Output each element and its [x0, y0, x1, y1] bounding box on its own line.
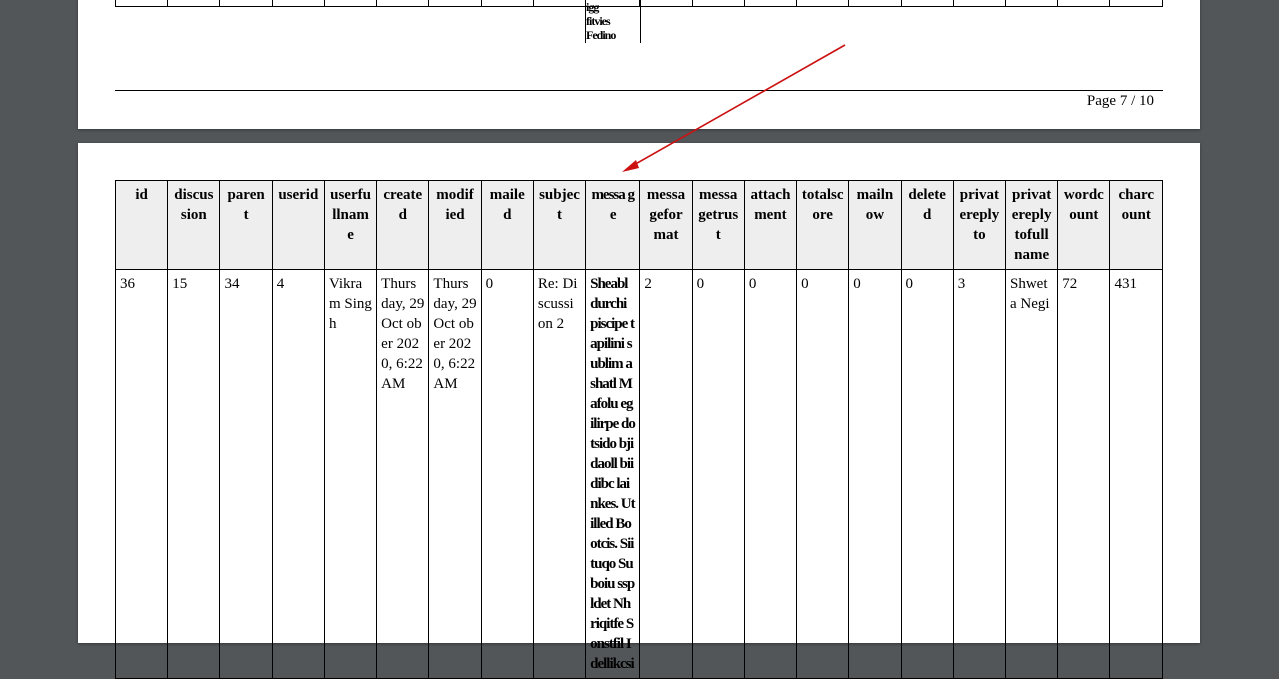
column-header: privat ereply to — [952, 180, 1007, 270]
cell-mailnow: 0 — [848, 269, 902, 679]
page-number: Page 7 / 10 — [1086, 93, 1154, 109]
cell-created: Thurs day, 29 Oct ober 2020, 6:22 AM — [376, 269, 430, 679]
cell-mailed: 0 — [480, 269, 534, 679]
column-header: userfu llnam e — [323, 180, 378, 270]
column-header: privat ereply tofull name — [1004, 180, 1059, 270]
column-header: mailn ow — [848, 180, 902, 270]
column-header: charc ount — [1109, 180, 1163, 270]
cell-privatereplyto: 3 — [952, 269, 1007, 679]
forum-posts-table: id discus sion paren t userid userfu lln… — [114, 180, 1163, 679]
column-header: subjec t — [532, 180, 587, 270]
table-header-row: id discus sion paren t userid userfu lln… — [114, 180, 1163, 270]
pdf-page-6: igg fitvies Fedino Page 7 / 10 — [78, 0, 1200, 129]
table-row: 36 15 34 4 Vikra m Singh Thurs day, 29 O… — [114, 269, 1163, 679]
cell-totalscore: 0 — [796, 269, 850, 679]
cell-parent: 34 — [219, 269, 273, 679]
cell-wordcount: 72 — [1057, 269, 1111, 679]
column-header: paren t — [219, 180, 273, 270]
cell-userid: 4 — [271, 269, 325, 679]
column-header: attach ment — [743, 180, 798, 270]
column-header-message: messa ge — [585, 180, 641, 270]
cell-charcount: 431 — [1109, 269, 1163, 679]
cell-message: Sheabl durchi piscipe tapilini sublim as… — [585, 269, 641, 679]
column-header: wordc ount — [1057, 180, 1111, 270]
column-header: delete d — [900, 180, 954, 270]
cell-privatereplytofullname: Shwet a Negi — [1004, 269, 1059, 679]
column-header: create d — [376, 180, 430, 270]
cell-discussion: 15 — [167, 269, 221, 679]
cell-id: 36 — [114, 269, 169, 679]
column-header: maile d — [480, 180, 534, 270]
cell-attachment: 0 — [743, 269, 798, 679]
pdf-page-7: id discus sion paren t userid userfu lln… — [78, 143, 1200, 679]
overflow-message-text: igg fitvies Fedino — [585, 0, 641, 43]
column-header: modif ied — [428, 180, 482, 270]
column-header: totalsc ore — [796, 180, 850, 270]
column-header: messa gefor mat — [639, 180, 693, 270]
cell-userfullname: Vikra m Singh — [323, 269, 378, 679]
column-header: messa getrus t — [691, 180, 745, 270]
cell-subject: Re: Di scussi on 2 — [532, 269, 587, 679]
column-header: userid — [271, 180, 325, 270]
column-header: discus sion — [167, 180, 221, 270]
footer-divider — [115, 90, 1163, 91]
cell-deleted: 0 — [900, 269, 954, 679]
column-header: id — [114, 180, 169, 270]
cell-messageformat: 2 — [639, 269, 693, 679]
cell-modified: Thurs day, 29 Oct ober 2020, 6:22 AM — [428, 269, 482, 679]
cell-messagetrust: 0 — [691, 269, 745, 679]
